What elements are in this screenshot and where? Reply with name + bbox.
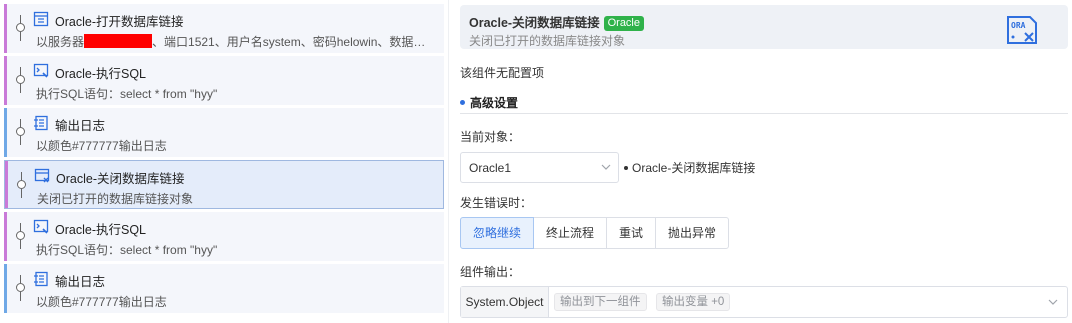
step-description: 执行SQL语句：select * from "hyy" [36,87,218,101]
flow-step-output-log[interactable]: 输出日志 以颜色#777777输出日志 [4,108,444,157]
step-connector [16,275,25,301]
step-title: Oracle-关闭数据库链接 [56,172,185,186]
step-color-bar [4,56,7,105]
step-title: Oracle-执行SQL [55,223,146,237]
step-title: Oracle-执行SQL [55,67,146,81]
component-header-card: Oracle-关闭数据库链接 Oracle 关闭已打开的数据库链接对象 ORA [460,5,1068,49]
component-title: Oracle-关闭数据库链接 Oracle [469,12,644,31]
step-description-prefix: 以服务器 [36,35,85,49]
step-color-bar [4,108,7,157]
redaction-block [84,34,153,48]
step-title: 输出日志 [55,275,106,289]
output-variable-chip[interactable]: 输出变量 +0 [656,293,731,311]
current-object-target-text: Oracle-关闭数据库链接 [632,161,756,175]
log-output-icon [34,271,48,287]
advanced-settings-header: 高级设置 [460,94,518,111]
oracle-ora-icon: ORA [1007,16,1037,44]
sql-exec-icon [33,219,49,234]
log-output-icon [34,115,48,131]
step-color-bar [4,4,7,53]
step-color-bar [5,161,8,208]
flow-step-oracle-sql[interactable]: Oracle-执行SQL 执行SQL语句：select * from "hyy" [4,56,444,105]
step-connector [16,119,25,145]
step-description: 以颜色#777777输出日志 [36,139,167,153]
step-description-suffix: 、端口1521、用户名system、密码helowin、数据… [152,35,426,49]
step-connector [16,15,25,41]
no-config-text: 该组件无配置项 [460,66,545,80]
section-divider [460,113,1068,114]
component-title-text: Oracle-关闭数据库链接 [469,16,600,30]
panel-divider [448,0,449,323]
current-object-select[interactable]: Oracle1 [460,152,619,183]
on-error-ignore-button[interactable]: 忽略继续 [460,217,535,249]
svg-text:ORA: ORA [1011,21,1026,30]
step-color-bar [4,212,7,261]
advanced-settings-label: 高级设置 [470,96,519,110]
bullet-dot [624,166,628,170]
step-title: Oracle-打开数据库链接 [55,15,184,29]
on-error-stop-button[interactable]: 终止流程 [533,217,608,249]
on-error-throw-button[interactable]: 抛出异常 [655,217,730,249]
step-description: 以服务器 、端口1521、用户名system、密码helowin、数据… [36,33,425,50]
flow-step-output-log-2[interactable]: 输出日志 以颜色#777777输出日志 [4,264,444,313]
step-title: 输出日志 [55,119,106,133]
component-output-select[interactable]: System.Object 输出到下一组件 输出变量 +0 [460,286,1068,318]
chevron-down-icon [1048,299,1058,305]
component-tag: Oracle [603,16,644,31]
step-description: 执行SQL语句：select * from "hyy" [36,243,218,257]
step-connector [16,67,25,93]
component-subtitle: 关闭已打开的数据库链接对象 [469,34,626,48]
sql-exec-icon [33,63,49,78]
chevron-down-icon [601,164,611,170]
output-type: System.Object [461,287,549,317]
flow-step-oracle-sql-2[interactable]: Oracle-执行SQL 执行SQL语句：select * from "hyy" [4,212,444,261]
flow-step-oracle-close[interactable]: Oracle-关闭数据库链接 关闭已打开的数据库链接对象 [4,160,444,209]
flow-step-oracle-open[interactable]: Oracle-打开数据库链接 以服务器 、端口1521、用户名system、密码h… [4,4,444,53]
step-description: 关闭已打开的数据库链接对象 [37,192,194,206]
on-error-button-group: 忽略继续 终止流程 重试 抛出异常 [460,217,730,249]
database-close-icon [34,168,50,183]
current-object-value: Oracle1 [469,161,512,175]
on-error-label: 发生错误时： [460,196,533,210]
flow-step-list: Oracle-打开数据库链接 以服务器 、端口1521、用户名system、密码h… [0,0,448,323]
database-open-icon [33,11,49,27]
output-next-component-chip[interactable]: 输出到下一组件 [554,293,647,311]
bullet-dot [460,100,465,105]
current-object-label: 当前对象： [460,130,521,144]
current-object-target: Oracle-关闭数据库链接 [624,159,755,176]
step-description: 以颜色#777777输出日志 [36,295,167,309]
output-label: 组件输出： [460,265,521,279]
on-error-retry-button[interactable]: 重试 [606,217,657,249]
step-color-bar [4,264,7,313]
step-connector [16,223,25,249]
step-connector [17,172,26,198]
